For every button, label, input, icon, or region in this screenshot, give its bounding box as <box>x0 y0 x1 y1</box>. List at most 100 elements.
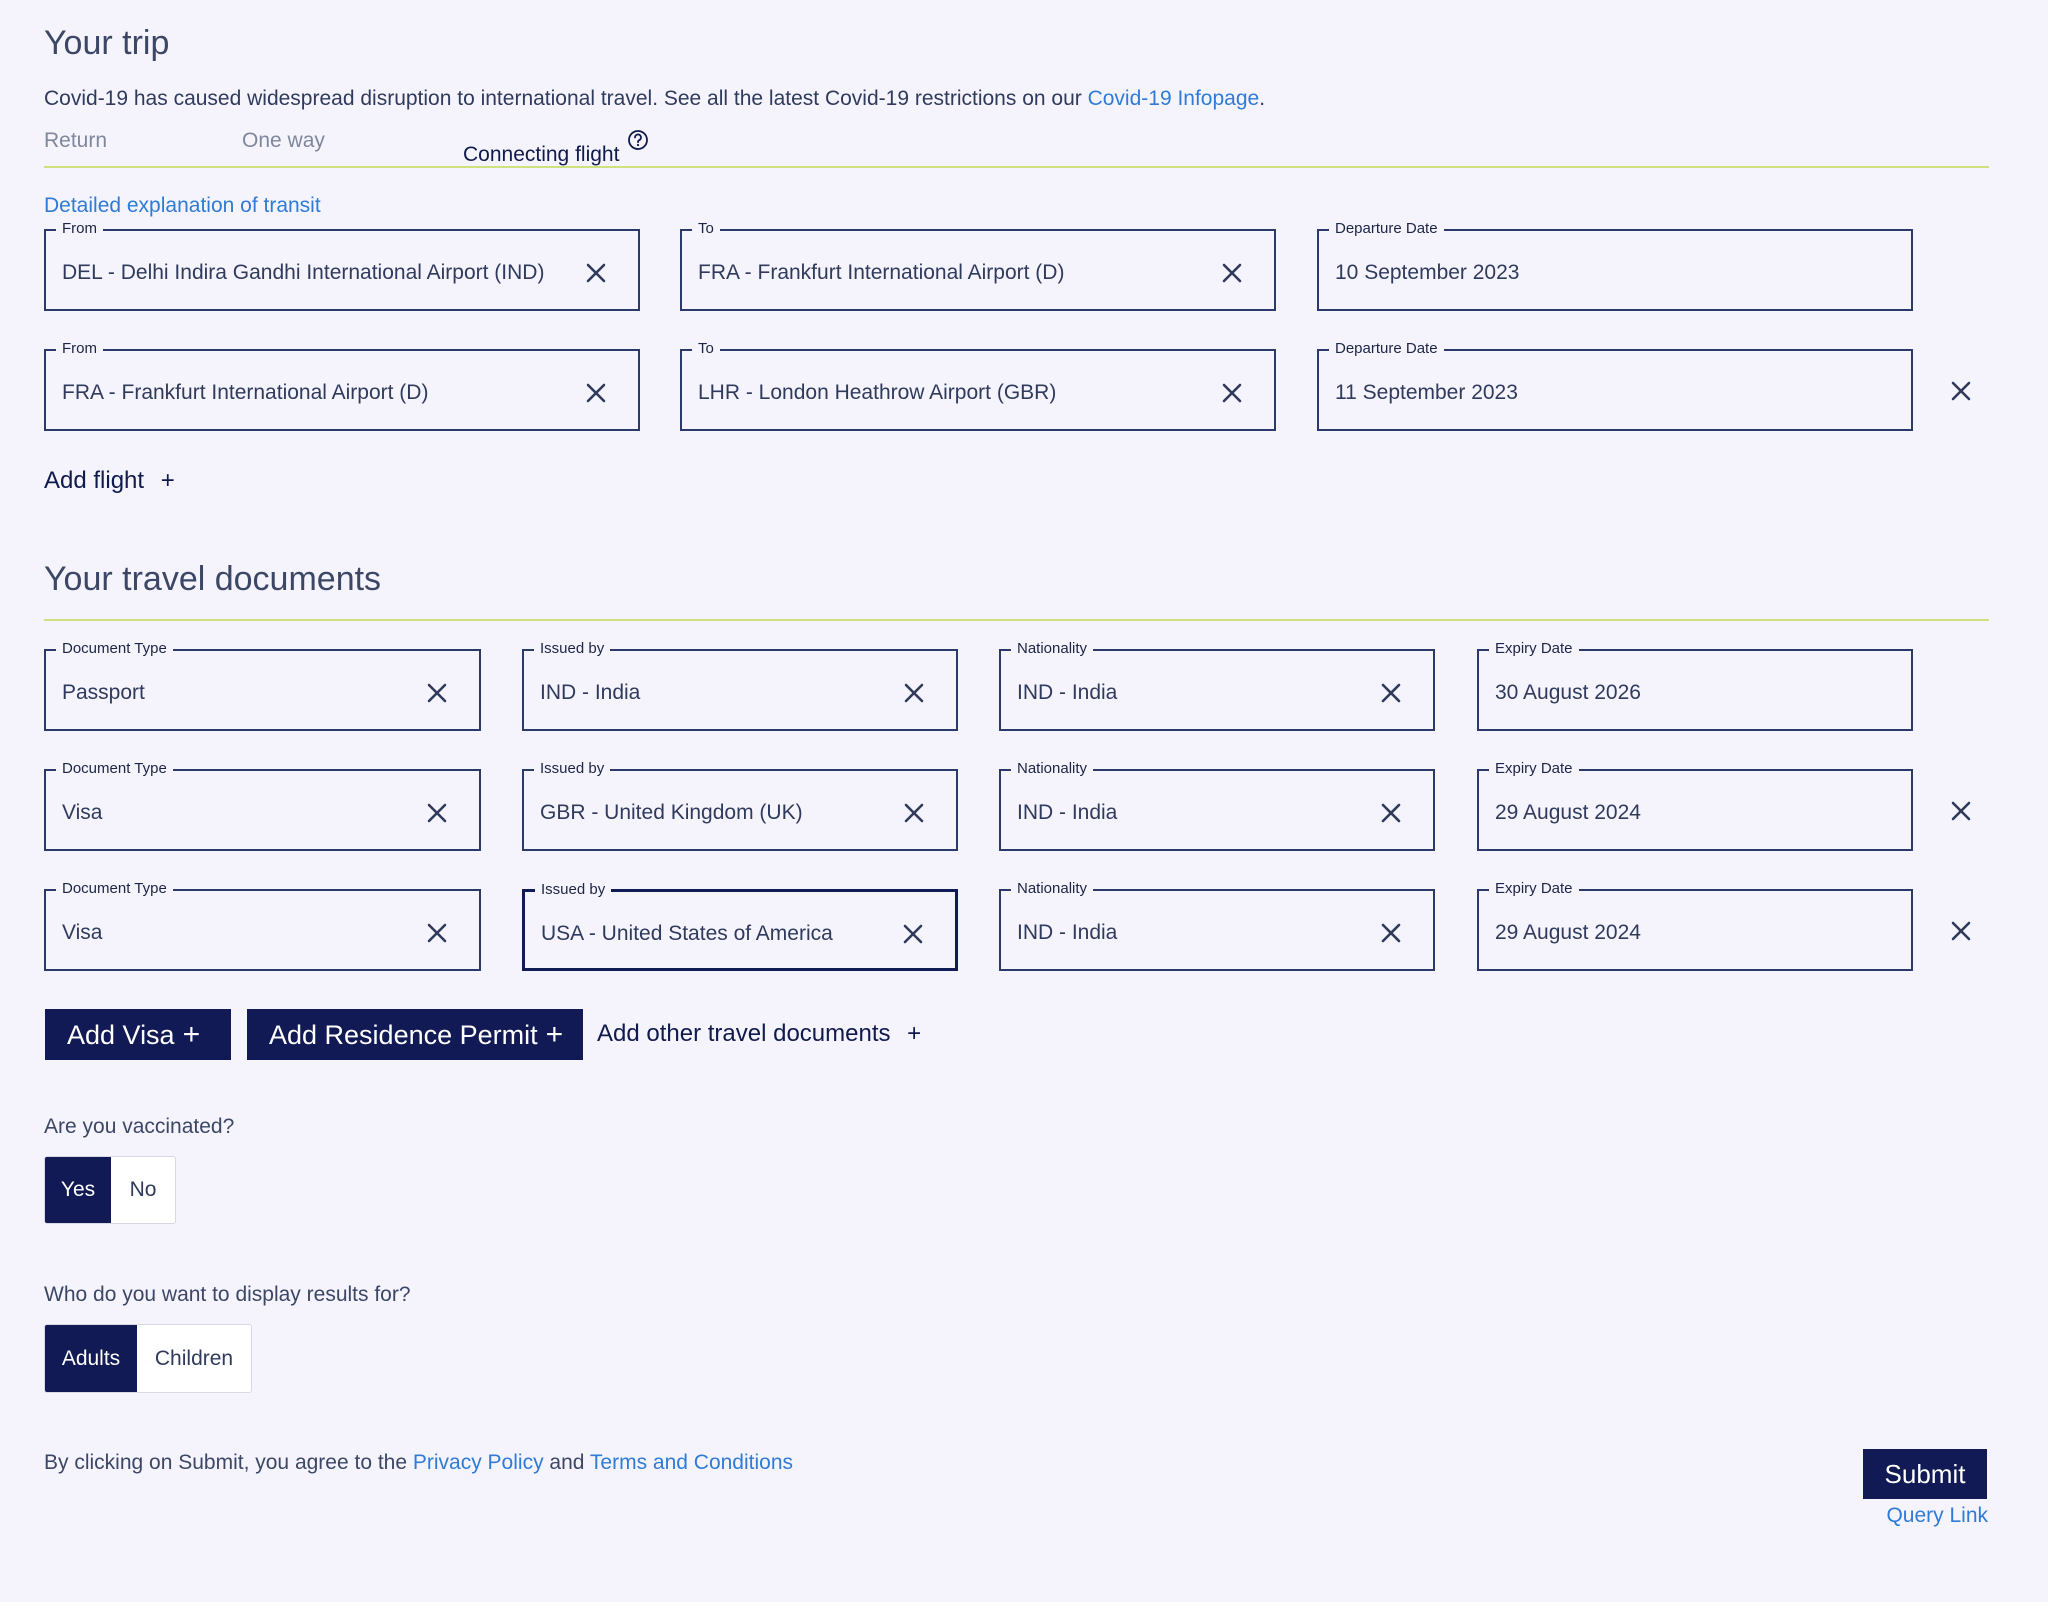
field-value: LHR - London Heathrow Airport (GBR) <box>698 381 1057 404</box>
clear-icon[interactable] <box>1220 381 1244 405</box>
field-value: Visa <box>62 801 103 824</box>
flight-1-date-field[interactable]: Departure Date 10 September 2023 <box>1317 220 1913 311</box>
field-value: 29 August 2024 <box>1495 921 1641 944</box>
doc-1-nationality-field[interactable]: Nationality IND - India <box>999 640 1435 731</box>
consent-text: By clicking on Submit, you agree to the … <box>44 1451 793 1475</box>
doc-1-type-field[interactable]: Document Type Passport <box>44 640 481 731</box>
field-value: 29 August 2024 <box>1495 801 1641 824</box>
field-value: 30 August 2026 <box>1495 681 1641 704</box>
add-residence-permit-button[interactable]: Add Residence Permit + <box>247 1009 583 1060</box>
field-label: From <box>56 220 103 238</box>
flight-2-to-field[interactable]: To LHR - London Heathrow Airport (GBR) <box>680 340 1276 431</box>
flight-2-from-field[interactable]: From FRA - Frankfurt International Airpo… <box>44 340 640 431</box>
add-other-label: Add other travel documents <box>597 1020 891 1047</box>
trip-divider <box>44 166 1989 168</box>
doc-3-type-field[interactable]: Document Type Visa <box>44 880 481 971</box>
question-circle-icon[interactable] <box>627 129 649 151</box>
terms-link[interactable]: Terms and Conditions <box>590 1451 793 1474</box>
field-label: Document Type <box>56 760 173 778</box>
privacy-policy-link[interactable]: Privacy Policy <box>413 1451 544 1474</box>
vaccinated-no-option[interactable]: No <box>111 1157 175 1223</box>
field-label: Expiry Date <box>1489 640 1579 658</box>
field-value: 11 September 2023 <box>1335 381 1518 404</box>
doc-2-type-field[interactable]: Document Type Visa <box>44 760 481 851</box>
doc-3-expiry-field[interactable]: Expiry Date 29 August 2024 <box>1477 880 1913 971</box>
add-flight-label: Add flight <box>44 467 145 494</box>
clear-icon[interactable] <box>1379 681 1403 705</box>
clear-icon[interactable] <box>1379 801 1403 825</box>
field-label: Nationality <box>1011 880 1094 898</box>
field-value: FRA - Frankfurt International Airport (D… <box>62 381 429 404</box>
flight-2-date-field[interactable]: Departure Date 11 September 2023 <box>1317 340 1913 431</box>
field-value: USA - United States of America <box>541 922 833 945</box>
add-flight-button[interactable]: Add flight + <box>44 467 175 495</box>
flight-1-from-field[interactable]: From DEL - Delhi Indira Gandhi Internati… <box>44 220 640 311</box>
transit-explanation-link[interactable]: Detailed explanation of transit <box>44 194 321 218</box>
clear-icon[interactable] <box>425 801 449 825</box>
audience-children-option[interactable]: Children <box>137 1325 251 1392</box>
trip-title: Your trip <box>44 24 170 62</box>
field-label: Nationality <box>1011 640 1094 658</box>
field-value: Passport <box>62 681 145 704</box>
clear-icon[interactable] <box>584 381 608 405</box>
clear-icon[interactable] <box>425 681 449 705</box>
consent-and: and <box>543 1451 590 1474</box>
field-label: Departure Date <box>1329 220 1444 238</box>
doc-2-nationality-field[interactable]: Nationality IND - India <box>999 760 1435 851</box>
clear-icon[interactable] <box>1220 261 1244 285</box>
doc-1-issued-field[interactable]: Issued by IND - India <box>522 640 958 731</box>
clear-icon[interactable] <box>901 922 925 946</box>
tab-one-way[interactable]: One way <box>242 129 325 153</box>
field-label: To <box>692 220 720 238</box>
field-value: Visa <box>62 921 103 944</box>
vaccinated-question: Are you vaccinated? <box>44 1115 235 1138</box>
doc-1-expiry-field[interactable]: Expiry Date 30 August 2026 <box>1477 640 1913 731</box>
audience-adults-option[interactable]: Adults <box>45 1325 137 1392</box>
vaccinated-yes-option[interactable]: Yes <box>45 1157 111 1223</box>
documents-divider <box>44 619 1989 621</box>
tab-return[interactable]: Return <box>44 129 107 153</box>
doc-3-issued-field[interactable]: Issued by USA - United States of America <box>522 881 958 971</box>
field-label: Document Type <box>56 880 173 898</box>
vaccinated-toggle: Yes No <box>44 1156 176 1224</box>
query-link[interactable]: Query Link <box>1886 1504 1988 1528</box>
doc-2-expiry-field[interactable]: Expiry Date 29 August 2024 <box>1477 760 1913 851</box>
covid-notice-end: . <box>1259 87 1266 110</box>
doc-3-nationality-field[interactable]: Nationality IND - India <box>999 880 1435 971</box>
field-label: From <box>56 340 103 358</box>
covid-infopage-link[interactable]: Covid-19 Infopage <box>1088 87 1260 110</box>
field-value: FRA - Frankfurt International Airport (D… <box>698 261 1065 284</box>
field-value: GBR - United Kingdom (UK) <box>540 801 803 824</box>
field-label: Issued by <box>534 760 611 778</box>
audience-toggle: Adults Children <box>44 1324 252 1393</box>
add-residence-label: Add Residence Permit <box>269 1019 538 1050</box>
field-value: IND - India <box>1017 681 1118 704</box>
clear-icon[interactable] <box>902 681 926 705</box>
plus-icon: + <box>545 1017 564 1051</box>
field-label: Document Type <box>56 640 173 658</box>
tab-connecting-flight[interactable]: Connecting flight <box>463 129 649 167</box>
remove-doc-3-icon[interactable] <box>1949 919 1973 943</box>
add-visa-label: Add Visa <box>67 1019 175 1050</box>
field-label: Expiry Date <box>1489 880 1579 898</box>
flight-1-to-field[interactable]: To FRA - Frankfurt International Airport… <box>680 220 1276 311</box>
clear-icon[interactable] <box>902 801 926 825</box>
doc-2-issued-field[interactable]: Issued by GBR - United Kingdom (UK) <box>522 760 958 851</box>
submit-button[interactable]: Submit <box>1863 1449 1987 1499</box>
documents-title: Your travel documents <box>44 560 382 598</box>
add-visa-button[interactable]: Add Visa + <box>45 1009 231 1060</box>
clear-icon[interactable] <box>584 261 608 285</box>
audience-question: Who do you want to display results for? <box>44 1283 411 1306</box>
plus-icon: + <box>182 1017 201 1051</box>
clear-icon[interactable] <box>1379 921 1403 945</box>
remove-doc-2-icon[interactable] <box>1949 799 1973 823</box>
covid-notice: Covid-19 has caused widespread disruptio… <box>44 87 1265 111</box>
clear-icon[interactable] <box>425 921 449 945</box>
consent-prefix: By clicking on Submit, you agree to the <box>44 1451 413 1474</box>
field-label: Issued by <box>535 881 612 899</box>
remove-flight-2-icon[interactable] <box>1949 379 1973 403</box>
plus-icon: + <box>907 1020 922 1047</box>
field-value: IND - India <box>1017 801 1118 824</box>
add-other-documents-button[interactable]: Add other travel documents + <box>597 1020 921 1048</box>
field-label: Nationality <box>1011 760 1094 778</box>
